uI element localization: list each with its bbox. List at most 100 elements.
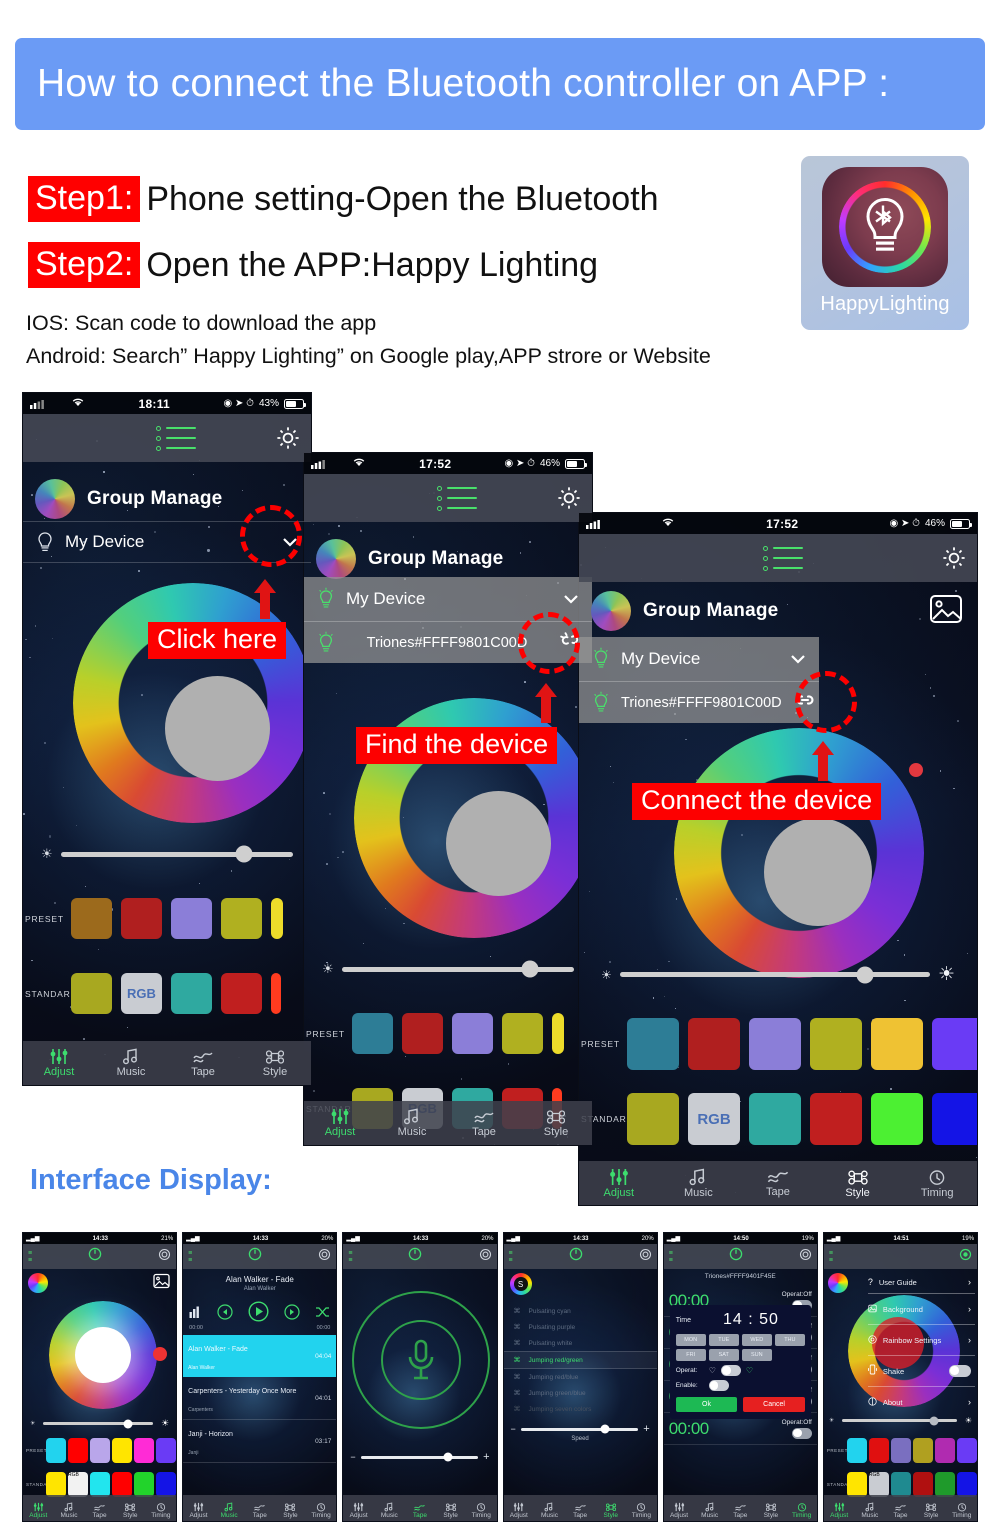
preset-swatch[interactable] [847,1438,867,1463]
preset-swatch[interactable] [957,1438,977,1463]
gear-icon[interactable] [275,425,301,451]
day-mon[interactable]: MON [676,1334,706,1346]
standard-swatch[interactable] [627,1093,679,1145]
standard-swatch[interactable] [957,1472,977,1497]
list-lines-icon[interactable] [156,426,196,451]
preset-swatch[interactable] [627,1018,679,1070]
dialog-time-value[interactable]: 14 : 50 [697,1311,805,1329]
nav-tape[interactable]: Tape [725,1503,756,1521]
day-sat[interactable]: SAT [709,1349,739,1361]
nav-style[interactable]: Style [435,1502,466,1521]
standard-swatch[interactable] [71,973,112,1014]
brightness-track[interactable] [842,1419,957,1422]
standard-swatch[interactable] [90,1472,110,1497]
nav-tape[interactable]: Tape [244,1503,275,1521]
nav-adjust[interactable]: Adjust [23,1502,54,1521]
preset-swatch[interactable] [871,1018,923,1070]
nav-adjust[interactable]: Adjust [664,1502,695,1521]
standard-swatch[interactable] [271,973,281,1014]
rgb-swatch[interactable]: RGB [121,973,162,1014]
color-wheel-thumb-icon[interactable] [316,539,356,579]
brightness-track[interactable] [61,852,293,857]
preset-swatch[interactable] [90,1438,110,1463]
preset-swatch[interactable] [171,898,212,939]
nav-tape[interactable]: Tape [738,1168,818,1198]
nav-adjust[interactable]: Adjust [504,1502,535,1521]
nav-tape[interactable]: Tape [84,1503,115,1521]
day-fri[interactable]: FRI [676,1349,706,1361]
nav-timing[interactable]: Timing [306,1502,337,1521]
list-lines-icon[interactable] [437,486,477,511]
color-wheel-thumb-icon[interactable] [591,591,631,631]
brightness-track[interactable] [342,967,574,972]
style-list-item[interactable]: ⌘ Jumping green/blue [504,1385,657,1401]
preset-swatch[interactable] [932,1018,978,1070]
shake-toggle[interactable] [949,1365,971,1377]
style-list-item[interactable]: ⌘ Pulsating cyan [504,1303,657,1319]
nav-style[interactable]: Style [818,1168,898,1199]
style-list-item-selected[interactable]: ⌘ Jumping red/green [504,1351,657,1369]
preset-swatch[interactable] [749,1018,801,1070]
phone3-group-row[interactable]: Group Manage [579,585,977,637]
mini1-wheel-center[interactable] [75,1327,131,1383]
nav-adjust[interactable]: Adjust [579,1168,659,1199]
nav-style[interactable]: Style [520,1108,592,1138]
gear-icon[interactable] [556,485,582,511]
phone2-wheel-center[interactable] [446,791,551,896]
standard-swatch[interactable] [46,1472,66,1497]
preset-swatch[interactable] [46,1438,66,1463]
style-badge-icon[interactable]: S [510,1273,532,1295]
microphone-icon[interactable] [405,1339,437,1386]
mini6-brightness-slider[interactable]: ☀ ☀ [829,1416,972,1425]
track-list-item[interactable]: Janji - Horizon Janji 03:17 [183,1420,336,1463]
nav-music[interactable]: Music [214,1502,245,1521]
nav-style[interactable]: Style [595,1502,626,1521]
nav-adjust[interactable]: Adjust [23,1048,95,1078]
nav-music[interactable]: Music [376,1108,448,1138]
power-icon[interactable] [729,1247,743,1266]
list-lines-icon[interactable]: ≡ ≡ [669,1250,673,1264]
color-wheel-thumb-icon[interactable] [28,1273,48,1293]
nav-music[interactable]: Music [855,1502,886,1521]
standard-swatch[interactable] [847,1472,867,1497]
preset-swatch[interactable] [810,1018,862,1070]
nav-tape[interactable]: Tape [167,1049,239,1078]
mini1-brightness-slider[interactable]: ☀ ☀ [30,1418,169,1429]
gear-icon[interactable] [639,1248,652,1266]
preset-swatch[interactable] [552,1013,564,1054]
nav-tape[interactable]: Tape [448,1109,520,1138]
gear-icon[interactable] [941,545,967,571]
mini1-wheel-knob[interactable] [153,1347,167,1361]
brightness-track[interactable] [620,972,930,977]
timer-toggle[interactable] [792,1428,812,1439]
list-lines-icon[interactable]: ≡ ≡ [348,1250,352,1264]
phone3-device-entry[interactable]: Triones#FFFF9801C00D [579,681,819,723]
rgb-swatch[interactable]: RGB [688,1093,740,1145]
shuffle-icon[interactable] [315,1305,330,1323]
rgb-swatch[interactable]: RGB [869,1472,889,1497]
gear-active-icon[interactable] [959,1248,972,1266]
menu-item-rainbow-settings[interactable]: Rainbow Settings › [868,1325,975,1356]
image-icon[interactable] [153,1273,170,1294]
phone1-wheel-center[interactable] [165,676,270,781]
style-list-item[interactable]: ⌘ Pulsating purple [504,1319,657,1335]
nav-music[interactable]: Music [95,1048,167,1078]
preset-swatch[interactable] [156,1438,176,1463]
gear-icon[interactable] [318,1248,331,1266]
enable-toggle[interactable] [709,1380,729,1391]
phone2-brightness-slider[interactable]: ☀ [322,961,574,977]
preset-swatch[interactable] [452,1013,493,1054]
gear-icon[interactable] [158,1248,171,1266]
preset-swatch[interactable] [869,1438,889,1463]
list-lines-icon[interactable]: ≡ ≡ [509,1250,513,1264]
style-list-item[interactable]: ⌘ Pulsating white [504,1335,657,1351]
equalizer-icon[interactable] [189,1305,202,1323]
standard-swatch[interactable] [156,1472,176,1497]
standard-swatch[interactable] [810,1093,862,1145]
nav-adjust[interactable]: Adjust [824,1502,855,1521]
nav-style[interactable]: Style [239,1048,311,1078]
nav-style[interactable]: Style [275,1502,306,1521]
nav-tape[interactable]: Tape [405,1503,436,1521]
standard-swatch[interactable] [932,1093,978,1145]
speed-track[interactable] [521,1428,638,1431]
